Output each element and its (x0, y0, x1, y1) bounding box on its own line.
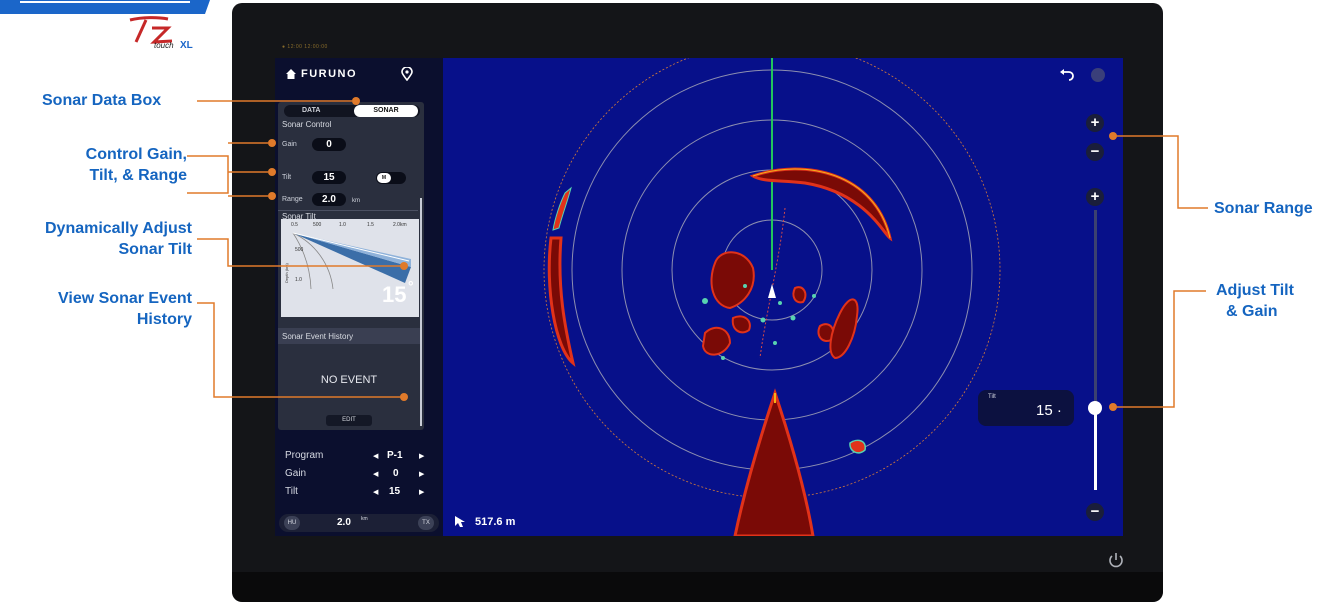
echo-arc-left (547, 236, 576, 368)
callout-sonar-data-box: Sonar Data Box (42, 92, 162, 109)
data-sonar-toggle[interactable]: DATA SONAR (284, 105, 420, 117)
tilt-scale-3: 1.5 (367, 222, 374, 228)
tilt-readout-label: Tilt (988, 394, 996, 400)
divider (278, 210, 418, 211)
status-strip: ● 12:00 12:00:00 (282, 44, 328, 50)
hu-button[interactable]: HU (284, 516, 300, 530)
tilt-prev-arrow[interactable]: ◀ (373, 488, 378, 496)
tilt-next-arrow[interactable]: ▶ (419, 488, 424, 496)
callout-adjust-tilt-line-1: Dynamically Adjust (44, 220, 192, 237)
callout-event-history-line-2: History (136, 311, 192, 328)
tilt-increase-button[interactable]: + (1086, 188, 1104, 206)
tx-button[interactable]: TX (418, 516, 434, 530)
home-icon[interactable] (285, 68, 297, 80)
power-icon[interactable] (1106, 550, 1126, 570)
tilt-mode-knob: M (377, 173, 391, 183)
range-unit: km (352, 198, 360, 204)
sonar-data-box: DATA SONAR Sonar Control Gain 0 Tilt 15 … (278, 102, 424, 430)
left-panel: FURUNO DATA SONAR Sonar Control Gain 0 T… (275, 58, 443, 536)
tilt-depth-1: 1.0 (295, 277, 302, 283)
tilt-label: Tilt (282, 174, 292, 181)
gain-label: Gain (282, 141, 297, 148)
tz-touch-xl-logo: touch XL (129, 16, 193, 50)
distance-arrow-icon (455, 516, 465, 527)
callout-sonar-range: Sonar Range (1214, 200, 1313, 217)
tilt-row-value: 15 (389, 486, 401, 497)
tilt-scale-4: 2.0km (393, 222, 407, 228)
range-zoom-in-button[interactable]: + (1086, 114, 1104, 132)
no-event-text: NO EVENT (320, 374, 378, 386)
tilt-decrease-button[interactable]: − (1086, 503, 1104, 521)
tilt-slider-knob[interactable] (1088, 401, 1102, 415)
echo-arc-left-upper (552, 186, 572, 231)
echo-bottom (733, 388, 815, 536)
edit-button[interactable]: EDIT (326, 415, 372, 426)
range-bar: HU 2.0 km TX (279, 514, 439, 532)
svg-text:XL: XL (180, 40, 193, 50)
tilt-row-label: Tilt (285, 486, 298, 497)
range-bar-value: 2.0 (337, 517, 351, 528)
gain-prev-arrow[interactable]: ◀ (373, 470, 378, 478)
tilt-value[interactable]: 15 (312, 171, 346, 184)
brand-logo (0, 0, 210, 14)
sonar-control-title: Sonar Control (282, 120, 332, 129)
range-zoom-out-button[interactable]: − (1086, 143, 1104, 161)
tilt-slider-fill (1094, 408, 1097, 490)
tilt-scale-0: 0.5 (291, 222, 298, 228)
program-label: Program (285, 450, 324, 461)
tilt-axis-label: Depth (km) (284, 263, 289, 283)
program-value: P-1 (387, 450, 403, 461)
undo-icon[interactable] (1059, 68, 1075, 82)
svg-text:touch: touch (154, 41, 174, 50)
tilt-depth-0: 500 (295, 247, 304, 253)
status-indicator[interactable] (1091, 68, 1105, 82)
callout-control-line-1: Control Gain, (85, 146, 187, 163)
sonar-screen: FURUNO DATA SONAR Sonar Control Gain 0 T… (275, 58, 1123, 536)
gain-row-label: Gain (285, 468, 307, 479)
callout-adjust-tilt-gain-line-1: Adjust Tilt (1216, 282, 1294, 299)
tilt-readout-box: Tilt 15 · (978, 390, 1074, 426)
location-pin-icon[interactable] (401, 67, 413, 81)
callout-event-history-line-1: View Sonar Event (58, 290, 192, 307)
range-bar-unit: km (361, 516, 368, 522)
callout-adjust-tilt-line-2: Sonar Tilt (118, 241, 193, 258)
program-box: Program ◀ P-1 ▶ Gain ◀ 0 ▶ Tilt ◀ 15 ▶ H… (275, 442, 443, 536)
device-bezel-bottom (232, 572, 1163, 602)
distance-readout: 517.6 m (475, 516, 516, 528)
callout-control-line-2: Tilt, & Range (89, 167, 188, 184)
tilt-scale-1: 500 (313, 222, 322, 228)
event-history-header: Sonar Event History (278, 328, 420, 344)
gain-next-arrow[interactable]: ▶ (419, 470, 424, 478)
tilt-angle-value: 15 (382, 282, 407, 307)
own-ship-icon (768, 284, 776, 298)
tilt-readout-value: 15 · (1036, 402, 1062, 419)
panel-scrollbar[interactable] (420, 198, 422, 426)
tilt-angle-unit: ° (408, 278, 414, 294)
echo-cluster (701, 251, 859, 360)
echo-arc-top (749, 167, 893, 242)
tab-data[interactable]: DATA (302, 107, 320, 114)
program-prev-arrow[interactable]: ◀ (373, 452, 378, 460)
range-value[interactable]: 2.0 (312, 193, 346, 206)
furuno-logo: FURUNO (301, 68, 358, 80)
gain-row-value: 0 (393, 468, 399, 479)
tilt-mode-toggle[interactable]: M (376, 172, 406, 184)
echo-right-blob (849, 439, 866, 454)
program-next-arrow[interactable]: ▶ (419, 452, 424, 460)
tilt-scale-2: 1.0 (339, 222, 346, 228)
gain-value[interactable]: 0 (312, 138, 346, 151)
callout-adjust-tilt-gain-line-2: & Gain (1226, 303, 1278, 320)
event-history-title: Sonar Event History (282, 332, 354, 341)
range-label: Range (282, 196, 303, 203)
tab-sonar[interactable]: SONAR (354, 105, 418, 117)
